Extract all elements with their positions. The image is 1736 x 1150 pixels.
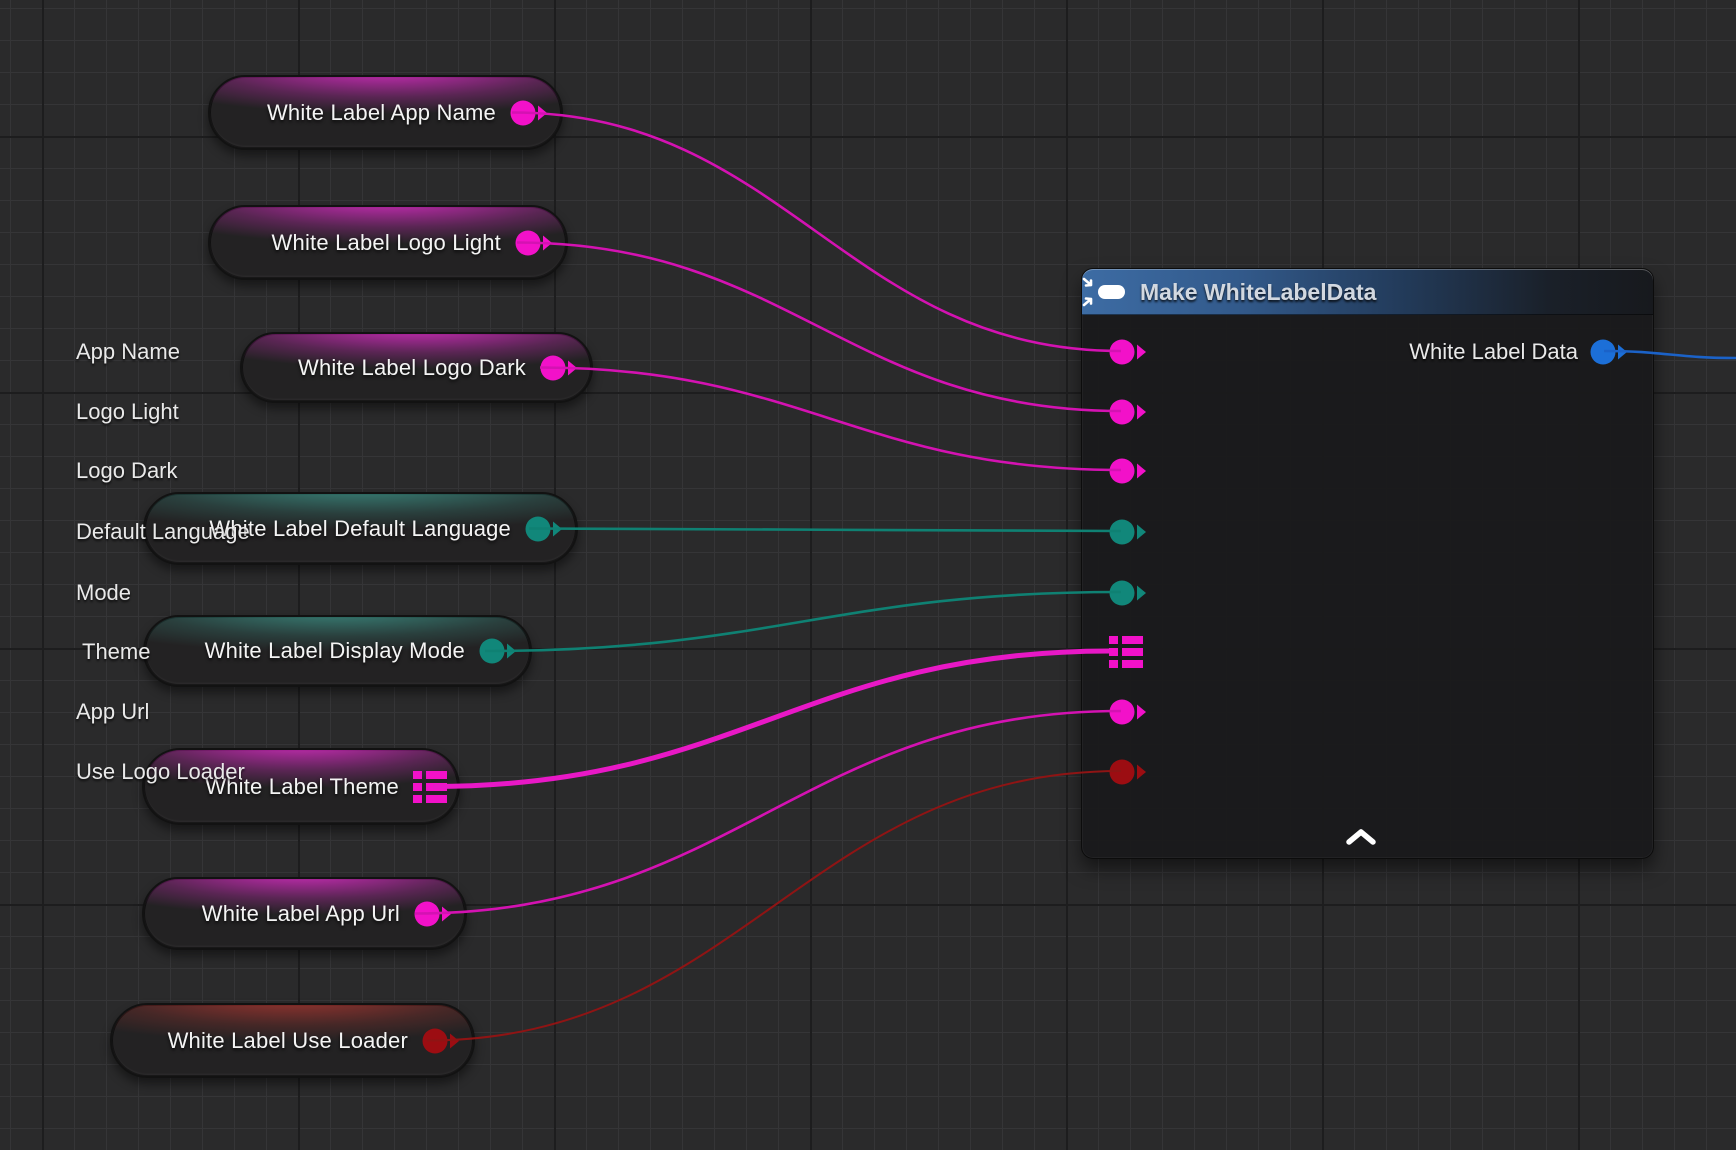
make-node[interactable]: Make WhiteLabelDataApp NameLogo LightLog… (1081, 268, 1654, 859)
wire-theme (433, 651, 1110, 787)
wire-app-url (415, 711, 1121, 914)
string-output-pin[interactable] (510, 99, 550, 127)
chevron-up-icon (1346, 829, 1376, 845)
wire-logo-dark (540, 368, 1121, 471)
wire-logo-light (517, 243, 1121, 412)
collapse-chevron-button[interactable] (1346, 829, 1376, 848)
make-node-title: Make WhiteLabelData (1140, 279, 1376, 306)
blueprint-canvas[interactable]: White Label App Name White Label Logo Lig… (0, 0, 1736, 1150)
bool-output-pin[interactable] (422, 1027, 462, 1055)
getter-label: White Label Logo Dark (298, 355, 526, 381)
struct-output-pin[interactable] (413, 771, 447, 803)
getter-label: White Label Default Language (209, 516, 511, 542)
struct-input-pin[interactable] (1109, 636, 1143, 668)
input-pin-label: Logo Dark (76, 458, 178, 484)
enum-input-pin[interactable] (1109, 518, 1149, 546)
getter-node-logo-light[interactable]: White Label Logo Light (208, 205, 568, 280)
getter-label: White Label Display Mode (205, 638, 465, 664)
input-pin-label: App Name (76, 339, 180, 365)
string-input-pin[interactable] (1109, 338, 1149, 366)
string-output-pin[interactable] (540, 354, 580, 382)
getter-node-app-name[interactable]: White Label App Name (208, 75, 563, 150)
output-pin-label: White Label Data (1409, 339, 1578, 365)
enum-output-pin[interactable] (525, 515, 565, 543)
getter-node-use-loader[interactable]: White Label Use Loader (110, 1003, 475, 1078)
string-output-pin[interactable] (414, 900, 454, 928)
getter-node-logo-dark[interactable]: White Label Logo Dark (240, 332, 593, 403)
wire-app-name (512, 113, 1121, 352)
wire-use-loader (427, 771, 1121, 1041)
input-pin-label: Theme (82, 639, 150, 665)
string-input-pin[interactable] (1109, 698, 1149, 726)
bool-input-pin[interactable] (1109, 758, 1149, 786)
enum-input-pin[interactable] (1109, 579, 1149, 607)
enum-output-pin[interactable] (479, 637, 519, 665)
getter-label: White Label App Name (267, 100, 496, 126)
input-pin-label: Logo Light (76, 399, 179, 425)
getter-label: White Label Use Loader (168, 1028, 408, 1054)
wire-default-language (529, 529, 1121, 532)
struct-output-pin[interactable] (1590, 338, 1630, 366)
make-struct-icon (1082, 277, 1128, 307)
input-pin-label: Mode (76, 580, 131, 606)
string-output-pin[interactable] (515, 229, 555, 257)
string-input-pin[interactable] (1109, 398, 1149, 426)
getter-node-display-mode[interactable]: White Label Display Mode (143, 615, 532, 687)
getter-label: White Label Logo Light (272, 230, 501, 256)
output-pin-row: White Label Data (1409, 335, 1630, 369)
getter-node-app-url[interactable]: White Label App Url (142, 877, 467, 950)
make-node-header: Make WhiteLabelData (1082, 269, 1653, 315)
wire-display-mode (485, 592, 1121, 651)
string-input-pin[interactable] (1109, 457, 1149, 485)
input-pin-label: App Url (76, 699, 149, 725)
input-pin-label: Use Logo Loader (76, 759, 245, 785)
input-pin-label: Default Language (76, 519, 250, 545)
getter-label: White Label App Url (202, 901, 400, 927)
